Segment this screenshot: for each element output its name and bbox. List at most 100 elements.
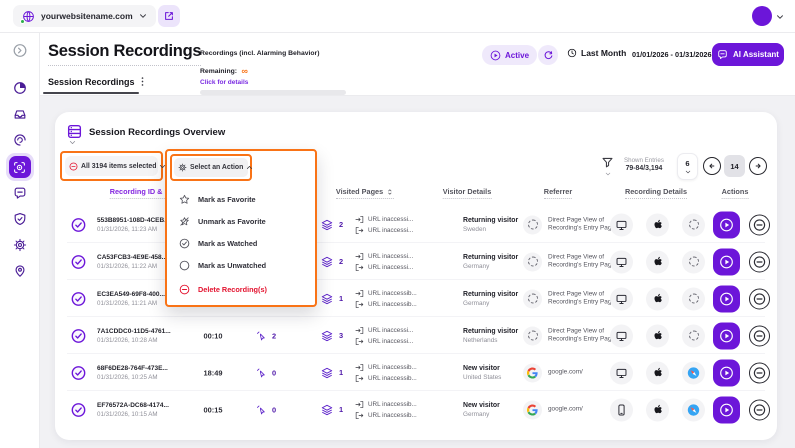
date-range-picker[interactable]: 01/01/2026 - 01/31/2026 xyxy=(632,50,722,59)
desktop-device-icon xyxy=(610,250,633,273)
play-recording-button[interactable] xyxy=(713,359,740,386)
menu-item-mark-unwatched[interactable]: Mark as Unwatched xyxy=(167,255,315,275)
chevron-down-icon xyxy=(69,139,76,146)
shown-entries-label: Shown Entries xyxy=(615,157,673,164)
column-header-referrer[interactable]: Referrer xyxy=(544,187,572,199)
play-recording-button[interactable] xyxy=(713,285,740,312)
entry-url: URL inaccessi... xyxy=(368,327,413,334)
row-checkbox[interactable] xyxy=(71,291,86,306)
select-action-dropdown[interactable]: Select an Action xyxy=(174,158,248,177)
tab-options-kebab-icon[interactable] xyxy=(137,76,148,87)
recording-id[interactable]: 7A1CDDC0-11D5-4761... xyxy=(97,328,171,335)
website-selector[interactable]: yourwebsitename.com xyxy=(13,5,156,27)
filter-icon[interactable] xyxy=(601,156,614,169)
remove-recording-button[interactable] xyxy=(749,251,770,272)
visitor-type: Returning visitor xyxy=(463,254,518,261)
chevron-down-icon[interactable] xyxy=(605,171,611,177)
shown-entries-value: 79-84/3,194 xyxy=(615,165,673,172)
row-checkbox[interactable] xyxy=(71,217,86,232)
recording-id[interactable]: 553B8951-108D-4CEB... xyxy=(97,217,170,224)
previous-page-button[interactable] xyxy=(703,157,721,175)
remove-recording-button[interactable] xyxy=(749,399,770,420)
play-recording-button[interactable] xyxy=(713,211,740,238)
mobile-device-icon xyxy=(610,398,633,421)
sidebar-item-inbox[interactable] xyxy=(13,107,27,121)
table-row: EF76572A-DC68-4174...01/31/2026, 10:15 A… xyxy=(55,391,777,428)
recording-id[interactable]: EF76572A-DC68-4174... xyxy=(97,402,169,409)
period-selector[interactable]: Last Month xyxy=(567,48,626,58)
open-website-button[interactable] xyxy=(158,5,180,27)
action-dropdown-popup: Select an Action Mark as Favorite Unmark… xyxy=(165,149,317,307)
website-name: yourwebsitename.com xyxy=(41,11,133,21)
apple-os-icon xyxy=(646,250,669,273)
column-header-recording-details[interactable]: Recording Details xyxy=(625,187,687,199)
sidebar-item-analytics[interactable] xyxy=(13,81,27,95)
browser-unknown-icon xyxy=(682,250,705,273)
sidebar-item-privacy[interactable] xyxy=(13,212,27,226)
remove-recording-button[interactable] xyxy=(749,214,770,235)
menu-item-mark-watched[interactable]: Mark as Watched xyxy=(167,233,315,253)
menu-item-unmark-favorite[interactable]: Unmark as Favorite xyxy=(167,211,315,231)
row-checkbox[interactable] xyxy=(71,254,86,269)
sidebar-item-visitors[interactable] xyxy=(13,264,27,278)
row-checkbox[interactable] xyxy=(71,328,86,343)
click-for-details-link[interactable]: Click for details xyxy=(200,79,350,86)
layers-icon xyxy=(321,219,333,231)
sidebar-item-feedback[interactable] xyxy=(13,186,27,200)
play-recording-button[interactable] xyxy=(713,322,740,349)
clicks-icon xyxy=(256,404,267,415)
action-button-annotation-box: Select an Action xyxy=(170,154,252,181)
table-row: 553B8951-108D-4CEB... 01/31/2026, 11:23 A… xyxy=(55,206,777,243)
safari-browser-icon xyxy=(682,398,705,421)
globe-icon xyxy=(22,10,35,23)
sidebar-item-settings[interactable] xyxy=(13,238,27,252)
tab-session-recordings[interactable]: Session Recordings xyxy=(48,77,135,87)
recording-id[interactable]: CA53FCB3-4E9E-458... xyxy=(97,254,167,261)
google-referrer-icon xyxy=(523,363,542,382)
remove-recording-button[interactable] xyxy=(749,325,770,346)
exit-url: URL inaccessi... xyxy=(368,264,413,271)
desktop-device-icon xyxy=(610,287,633,310)
sidebar-item-session-recordings[interactable] xyxy=(6,153,34,181)
menu-item-delete-recordings[interactable]: Delete Recording(s) xyxy=(167,279,315,299)
clicks-count: 2 xyxy=(272,331,276,340)
selection-dropdown[interactable]: All 3194 items selected xyxy=(65,156,158,176)
apple-os-icon xyxy=(646,324,669,347)
page-size-value: 6 xyxy=(685,159,689,168)
remaining-value: ∞ xyxy=(241,66,247,76)
user-menu-chevron-icon[interactable] xyxy=(776,13,784,21)
row-checkbox[interactable] xyxy=(71,365,86,380)
avatar[interactable] xyxy=(752,6,772,26)
play-recording-button[interactable] xyxy=(713,248,740,275)
date-range-value: 01/01/2026 - 01/31/2026 xyxy=(632,50,712,59)
select-action-label: Select an Action xyxy=(190,164,243,171)
duration: 00:10 xyxy=(193,331,233,340)
recording-date: 01/31/2026, 11:23 AM xyxy=(97,226,170,233)
check-circle-icon xyxy=(179,238,190,249)
selection-label: All 3194 items selected xyxy=(81,163,156,170)
clicks-icon xyxy=(256,367,267,378)
menu-item-mark-favorite[interactable]: Mark as Favorite xyxy=(167,189,315,209)
recording-date: 01/31/2026, 11:22 AM xyxy=(97,263,167,270)
refresh-button[interactable] xyxy=(538,45,558,65)
page-size-selector[interactable]: 6 xyxy=(677,153,698,180)
next-page-button[interactable] xyxy=(749,157,767,175)
remaining-label: Recordings (incl. Alarming Behavior) Rem… xyxy=(200,50,319,75)
collapse-sidebar-icon[interactable] xyxy=(12,43,27,58)
shown-entries: Shown Entries 79-84/3,194 xyxy=(615,157,673,172)
sidebar-item-journeys[interactable] xyxy=(13,133,27,147)
remove-recording-button[interactable] xyxy=(749,288,770,309)
ai-assistant-label: AI Assistant xyxy=(733,50,779,59)
row-checkbox[interactable] xyxy=(71,402,86,417)
recording-id[interactable]: EC3EA549-69F8-400... xyxy=(97,291,165,298)
active-status-button[interactable]: Active xyxy=(482,45,537,65)
column-header-visitor-details[interactable]: Visitor Details xyxy=(443,187,492,199)
remove-recording-button[interactable] xyxy=(749,362,770,383)
recording-id[interactable]: 68F6DE28-764F-473E... xyxy=(97,365,168,372)
column-header-visited-pages[interactable]: Visited Pages xyxy=(336,187,394,199)
ai-assistant-button[interactable]: AI Assistant xyxy=(712,43,784,66)
current-page[interactable]: 14 xyxy=(724,155,745,177)
play-recording-button[interactable] xyxy=(713,396,740,423)
clock-icon xyxy=(567,48,577,58)
sort-icon xyxy=(386,188,394,196)
